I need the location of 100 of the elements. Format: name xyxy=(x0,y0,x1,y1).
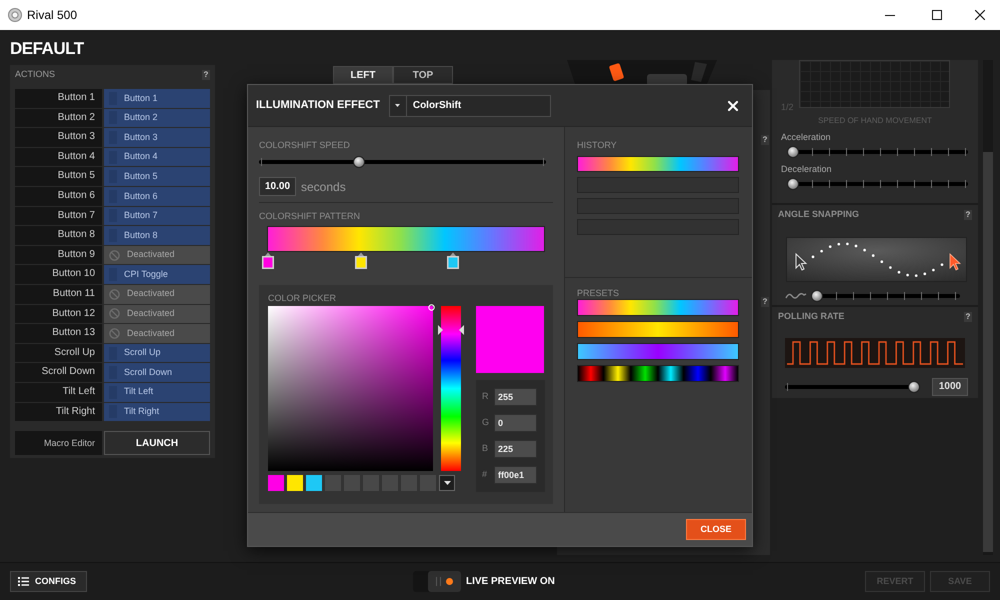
action-select[interactable]: Button 8 xyxy=(104,226,210,245)
hue-slider-track[interactable] xyxy=(441,306,461,471)
help-button[interactable]: ? xyxy=(202,70,210,80)
caret-icon xyxy=(395,104,400,107)
section-label: COLORSHIFT SPEED xyxy=(259,140,351,150)
button-label: Button 1 xyxy=(15,89,102,108)
channel-label: B xyxy=(482,442,490,456)
slider-label: Acceleration xyxy=(781,132,832,142)
scrollbar[interactable] xyxy=(983,60,993,555)
action-select[interactable]: Deactivated xyxy=(104,246,210,264)
dialog-close-button[interactable]: CLOSE xyxy=(686,519,746,540)
color-swatch-icon[interactable] xyxy=(287,475,303,491)
channel-field[interactable]: 255 xyxy=(494,388,537,406)
help-button[interactable]: ? xyxy=(964,312,972,322)
maximize-icon xyxy=(932,10,942,20)
action-select[interactable]: CPI Toggle xyxy=(104,265,210,284)
action-select[interactable]: Scroll Up xyxy=(104,344,210,362)
polling-rate-field[interactable]: 1000 xyxy=(932,378,968,396)
action-select[interactable]: Button 2 xyxy=(104,108,210,128)
slider-track[interactable] xyxy=(787,145,968,159)
slider-track[interactable] xyxy=(259,155,546,169)
action-select[interactable]: Deactivated xyxy=(104,324,210,343)
swatch-menu-button[interactable] xyxy=(439,475,455,491)
button-label: Button 6 xyxy=(15,186,102,206)
button-label: Button 10 xyxy=(15,265,102,284)
window-title: Rival 500 xyxy=(27,7,78,24)
unit-label: seconds xyxy=(301,178,346,196)
button-label: Button 13 xyxy=(15,324,102,343)
channel-label: R xyxy=(482,390,490,404)
channel-label: G xyxy=(482,416,490,430)
button-label: Button 12 xyxy=(15,304,102,324)
view-tab[interactable]: LEFT xyxy=(333,66,393,84)
slider-thumb[interactable] xyxy=(908,381,920,393)
button-label: Tilt Left xyxy=(15,382,102,402)
action-select[interactable]: Deactivated xyxy=(104,284,210,304)
action-select[interactable]: Button 5 xyxy=(104,167,210,186)
color-swatch-icon[interactable] xyxy=(306,475,322,491)
preset-gradient[interactable] xyxy=(577,299,739,316)
view-tab[interactable]: TOP xyxy=(393,66,453,84)
channel-field[interactable]: 225 xyxy=(494,440,537,458)
history-gradient[interactable] xyxy=(577,156,739,172)
saturation-brightness-field[interactable] xyxy=(268,306,433,471)
button-label: Button 4 xyxy=(15,148,102,166)
button-label: Scroll Up xyxy=(15,344,102,362)
speed-field[interactable]: 10.00 xyxy=(259,177,296,196)
section-title: ANGLE SNAPPING xyxy=(778,208,860,222)
color-stop-icon[interactable] xyxy=(261,252,275,270)
configs-button[interactable]: CONFIGS xyxy=(10,571,87,592)
action-select[interactable]: Deactivated xyxy=(104,304,210,324)
panel-title: ACTIONS xyxy=(15,68,56,82)
dialog-title: ILLUMINATION EFFECT xyxy=(256,98,380,114)
action-select[interactable]: Button 7 xyxy=(104,206,210,226)
channel-field[interactable]: ff00e1 xyxy=(494,466,537,484)
live-preview-label: LIVE PREVIEW ON xyxy=(466,575,555,589)
preset-gradient[interactable] xyxy=(577,365,739,382)
preset-gradient[interactable] xyxy=(577,321,739,338)
section-label: COLORSHIFT PATTERN xyxy=(259,211,362,221)
slider-thumb[interactable] xyxy=(787,178,799,190)
prohibited-icon xyxy=(109,250,120,261)
effect-dropdown[interactable]: ColorShift xyxy=(388,94,551,116)
button-label: Button 7 xyxy=(15,206,102,226)
action-select[interactable]: Tilt Left xyxy=(104,382,210,402)
action-select[interactable]: Button 1 xyxy=(104,89,210,108)
help-button[interactable]: ? xyxy=(964,210,972,220)
button-label: Button 2 xyxy=(15,108,102,128)
action-select[interactable]: Tilt Right xyxy=(104,402,210,422)
live-preview-switch[interactable] xyxy=(413,571,461,592)
help-button[interactable]: ? xyxy=(761,135,769,145)
prohibited-icon xyxy=(109,308,120,320)
hue-thumb[interactable] xyxy=(438,324,464,335)
channel-label: # xyxy=(482,468,488,482)
button-label: Button 9 xyxy=(15,246,102,264)
slider-thumb[interactable] xyxy=(787,146,799,158)
pattern-gradient[interactable] xyxy=(267,226,545,252)
channel-field[interactable]: 0 xyxy=(494,414,537,432)
action-select[interactable]: Button 3 xyxy=(104,128,210,147)
slider-label: Deceleration xyxy=(781,164,833,174)
action-select[interactable]: Scroll Down xyxy=(104,363,210,382)
color-stop-icon[interactable] xyxy=(354,252,368,270)
slider-track[interactable] xyxy=(811,289,960,303)
macro-editor-label: Macro Editor xyxy=(15,431,102,456)
slider-track[interactable] xyxy=(787,177,968,191)
color-stop-icon[interactable] xyxy=(446,252,460,270)
list-icon xyxy=(18,577,29,586)
slider-thumb[interactable] xyxy=(352,156,364,168)
help-button[interactable]: ? xyxy=(761,297,769,307)
button-label: Tilt Right xyxy=(15,402,102,422)
launch-button[interactable]: LAUNCH xyxy=(104,431,210,456)
color-swatch-icon[interactable] xyxy=(268,475,284,491)
slider-thumb[interactable] xyxy=(811,290,823,302)
prohibited-icon xyxy=(109,288,120,300)
slider-track[interactable] xyxy=(785,380,920,394)
section-label: HISTORY xyxy=(577,140,618,150)
preset-gradient[interactable] xyxy=(577,343,739,360)
close-icon xyxy=(975,10,985,20)
action-select[interactable]: Button 6 xyxy=(104,186,210,206)
action-select[interactable]: Button 4 xyxy=(104,148,210,166)
section-label: PRESETS xyxy=(577,288,620,298)
section-title: POLLING RATE xyxy=(778,310,844,324)
button-label: Button 5 xyxy=(15,167,102,186)
